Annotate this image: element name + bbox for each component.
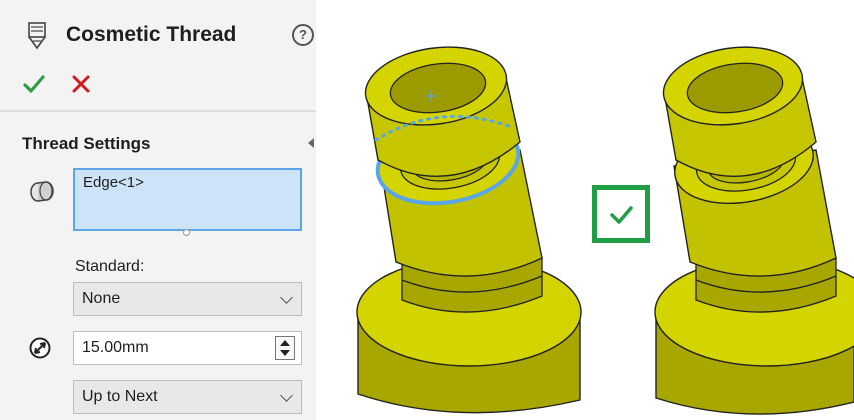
help-icon[interactable]: ? (292, 24, 314, 46)
collapse-icon[interactable] (308, 138, 314, 148)
checkmark-icon (592, 185, 650, 243)
spinner-down-icon[interactable] (280, 350, 290, 356)
model-view-before[interactable] (330, 0, 590, 420)
cancel-button[interactable] (70, 72, 92, 96)
section-title[interactable]: Thread Settings (22, 134, 150, 154)
property-manager-panel: Cosmetic Thread ? Thread Settings Edge<1… (0, 0, 316, 420)
thread-settings-section: Thread Settings Edge<1> Standard: None 1… (0, 110, 316, 420)
chevron-down-icon (280, 389, 293, 402)
edge-selection-item[interactable]: Edge<1> (83, 174, 144, 191)
model-view-after[interactable] (650, 0, 854, 420)
standard-label: Standard: (75, 258, 145, 275)
list-resize-handle[interactable] (183, 229, 190, 236)
diameter-icon (29, 337, 51, 359)
diameter-value[interactable]: 15.00mm (82, 339, 149, 357)
diameter-input[interactable]: 15.00mm (73, 331, 302, 365)
standard-value: None (82, 290, 121, 307)
panel-title: Cosmetic Thread (66, 23, 237, 46)
edge-selection-box[interactable]: Edge<1> (73, 168, 302, 231)
edge-icon (30, 181, 54, 202)
ok-button[interactable] (22, 72, 46, 96)
cosmetic-thread-icon (28, 22, 46, 50)
panel-header: Cosmetic Thread ? (0, 0, 316, 110)
end-condition-select[interactable]: Up to Next (73, 380, 302, 414)
standard-select[interactable]: None (73, 282, 302, 316)
diameter-spinner[interactable] (275, 336, 295, 360)
spinner-up-icon[interactable] (280, 340, 290, 346)
end-condition-value: Up to Next (82, 388, 158, 405)
chevron-down-icon (280, 291, 293, 304)
